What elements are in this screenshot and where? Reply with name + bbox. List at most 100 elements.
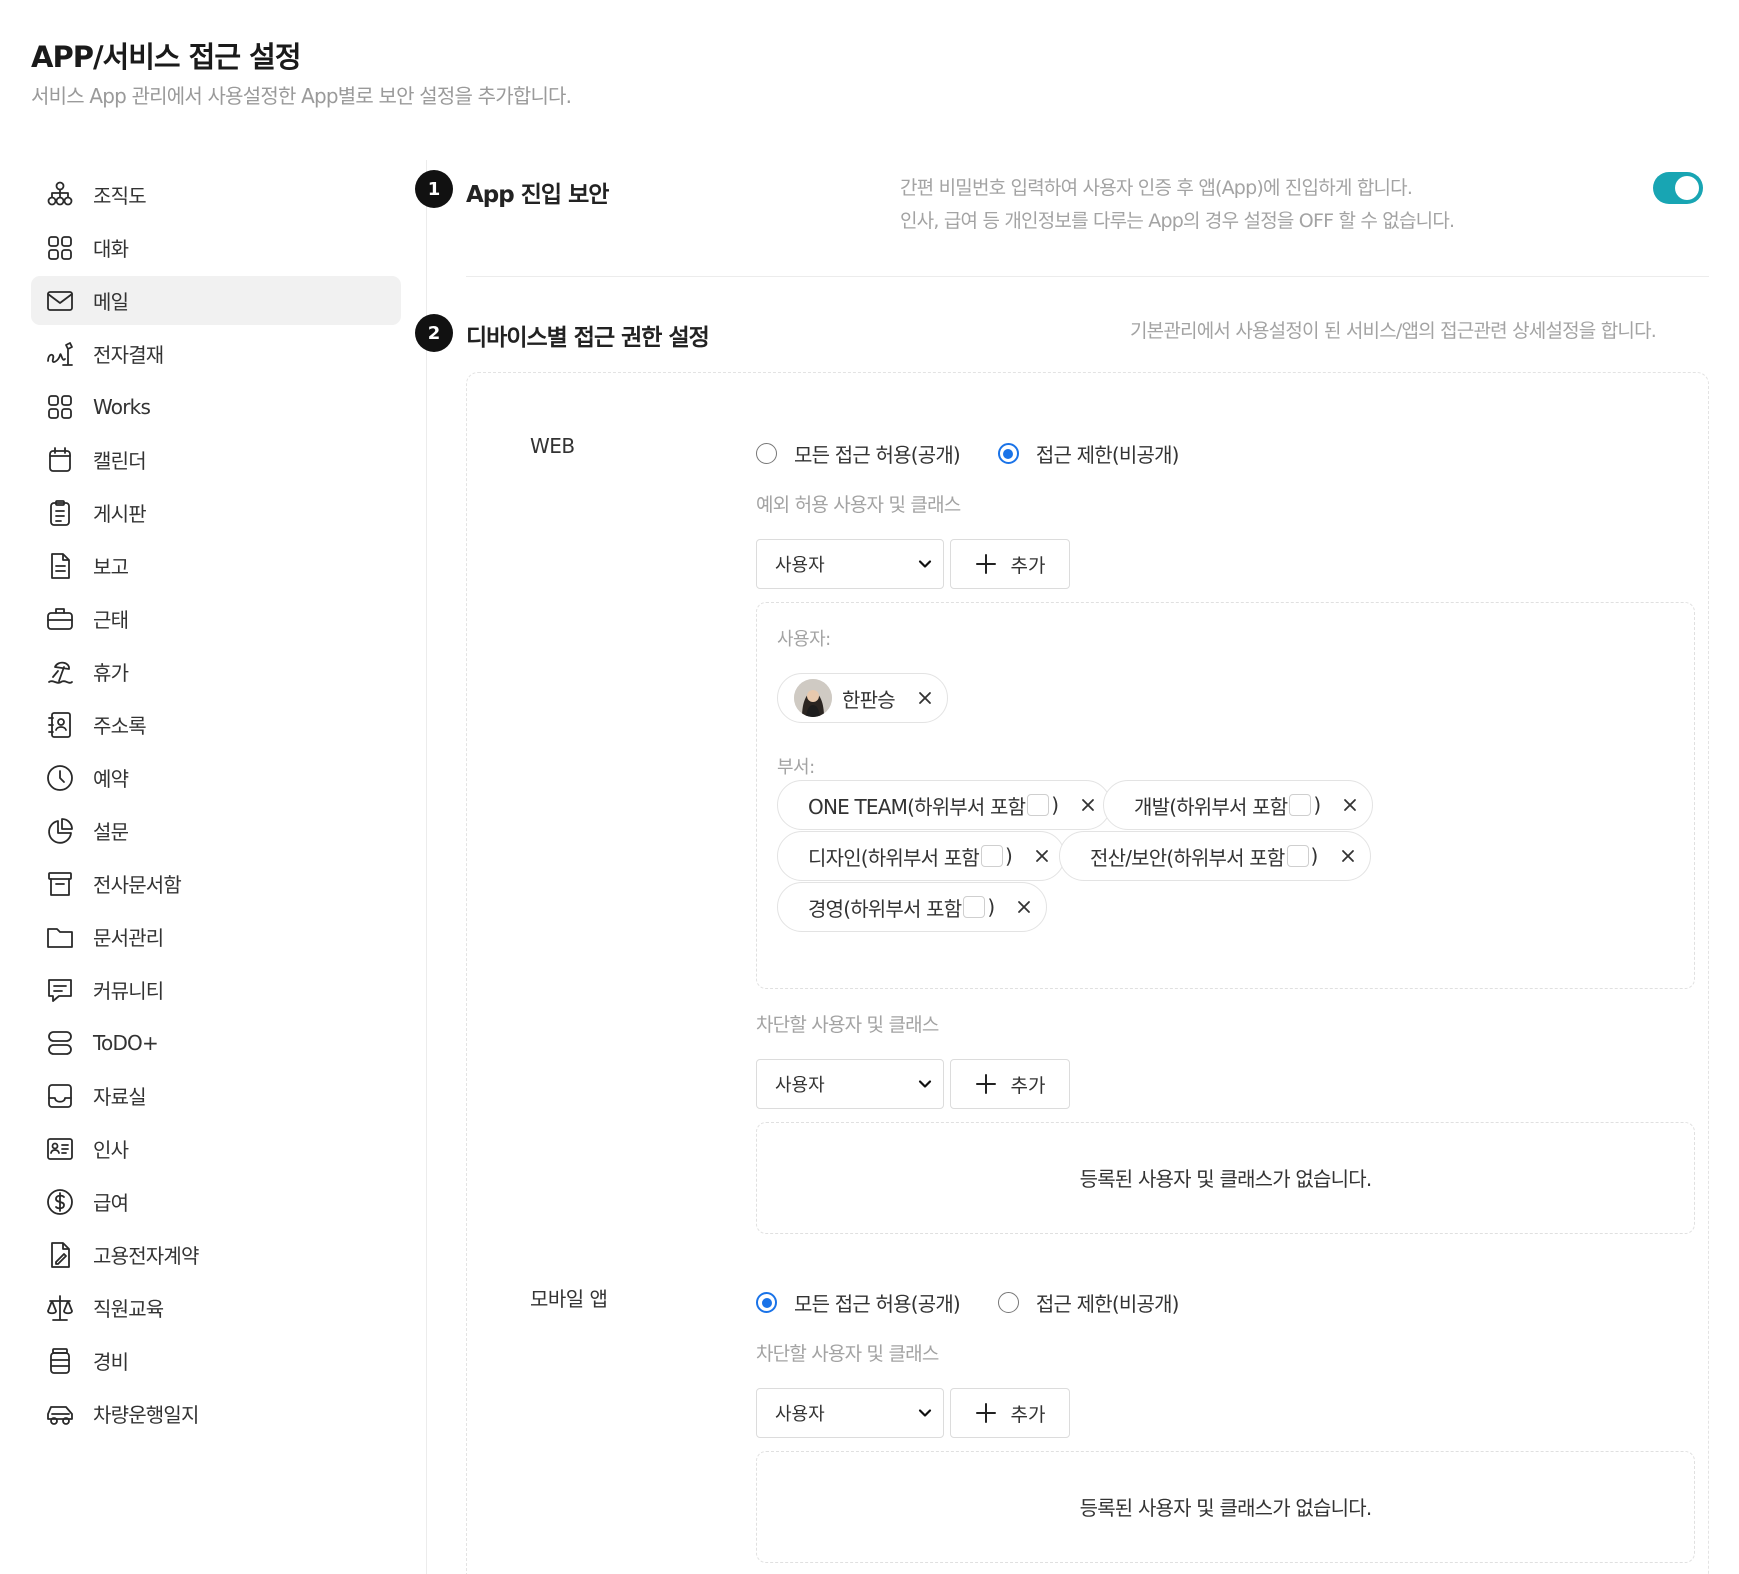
mobile-block-users-label: 차단할 사용자 및 클래스 (756, 1343, 939, 1365)
document-icon (51, 552, 70, 579)
user-chip: 한판승 (777, 673, 948, 723)
sidebar-item-label: 게시판 (93, 502, 147, 526)
sidebar-item-label: 인사 (93, 1138, 129, 1162)
mobile-app-label: 모바일 앱 (530, 1287, 608, 1311)
sidebar-item-label: 보고 (93, 555, 129, 579)
sidebar-item[interactable]: 직원교육 (31, 1283, 401, 1332)
remove-icon[interactable] (1016, 899, 1032, 915)
exception-type-select[interactable]: 사용자 (756, 539, 944, 589)
mobile-radio-all[interactable]: 모든 접근 허용(공개) (756, 1288, 961, 1317)
select-value: 사용자 (775, 1404, 825, 1425)
grid-icon (48, 235, 72, 260)
web-radio-restrict[interactable]: 접근 제한(비공개) (997, 439, 1180, 468)
toggle-knob (1675, 176, 1699, 200)
department-chip-suffix: ) (1004, 844, 1013, 868)
sidebar-item[interactable]: 근태 (31, 594, 401, 643)
department-chip-label: 디자인(하위부서 포함 (808, 845, 980, 870)
include-subdepartments-checkbox[interactable] (1289, 794, 1312, 816)
pie-chart-icon (48, 817, 73, 844)
sidebar-item[interactable]: 주소록 (31, 700, 401, 749)
mobile-radio-restrict[interactable]: 접근 제한(비공개) (997, 1288, 1180, 1317)
section-title-device-access: 디바이스별 접근 권한 설정 (466, 325, 710, 351)
radio-label: 접근 제한(비공개) (1035, 1292, 1180, 1316)
include-subdepartments-checkbox[interactable] (1286, 845, 1309, 867)
sidebar-item-label: 메일 (93, 290, 129, 314)
section-desc-line2: 인사, 급여 등 개인정보를 다루는 App의 경우 설정을 OFF 할 수 없… (900, 210, 1455, 232)
department-chip-label: 개발(하위부서 포함 (1134, 794, 1288, 819)
page-subtitle: 서비스 App 관리에서 사용설정한 App별로 보안 설정을 추가합니다. (31, 84, 572, 108)
sidebar-item[interactable]: 문서관리 (31, 912, 401, 961)
sidebar-item[interactable]: Works (31, 382, 401, 431)
chevron-down-icon (918, 1080, 932, 1088)
block-type-select[interactable]: 사용자 (756, 1059, 944, 1109)
mobile-block-add-button[interactable]: 추가 (950, 1388, 1070, 1438)
department-chip-suffix: ) (1310, 844, 1319, 868)
sidebar-item-label: 문서관리 (93, 926, 164, 950)
department-chip-label: ONE TEAM(하위부서 포함 (808, 794, 1026, 819)
block-users-label: 차단할 사용자 및 클래스 (756, 1014, 939, 1036)
page-title: APP/서비스 접근 설정 (31, 40, 301, 74)
chat-icon (48, 978, 72, 1002)
sidebar-item[interactable]: 휴가 (31, 647, 401, 696)
mobile-block-list-box: 등록된 사용자 및 클래스가 없습니다. (756, 1451, 1695, 1563)
stack-icon (48, 1030, 72, 1055)
sidebar-item[interactable]: 보고 (31, 541, 401, 590)
sidebar: 조직도대화메일전자결재 Works 캘린더게시판보고근태휴가 주소록예약설문전사문서함… (31, 170, 401, 1442)
sidebar-divider (426, 160, 427, 1574)
sidebar-item[interactable]: 커뮤니티 (31, 965, 401, 1014)
sidebar-item[interactable]: 전사문서함 (31, 859, 401, 908)
department-chip: 경영(하위부서 포함) (777, 882, 1048, 932)
remove-icon[interactable] (1080, 797, 1096, 813)
radio-label: 모든 접근 허용(공개) (794, 1292, 961, 1316)
remove-icon[interactable] (1342, 797, 1358, 813)
exception-list-box: 사용자: 한판승 부서: ONE TEAM(하위부서 포함) 개발(하위부서 포함… (756, 602, 1695, 989)
sidebar-item-label: 고용전자계약 (93, 1244, 199, 1268)
clock-icon (47, 764, 73, 791)
archive-icon (48, 871, 72, 896)
sidebar-item-label: 대화 (93, 237, 129, 261)
include-subdepartments-checkbox[interactable] (980, 845, 1003, 867)
radio-dot (756, 443, 777, 464)
radio-dot (756, 1292, 777, 1313)
sidebar-item[interactable]: ToDO+ (31, 1018, 401, 1067)
sidebar-item[interactable]: 캘린더 (31, 435, 401, 484)
plus-icon (975, 554, 996, 574)
sidebar-item[interactable]: 메일 (31, 276, 401, 325)
sidebar-item[interactable]: 게시판 (31, 488, 401, 537)
include-subdepartments-checkbox[interactable] (1027, 794, 1050, 816)
sidebar-item-label: 커뮤니티 (93, 979, 164, 1003)
sidebar-item[interactable]: 급여 (31, 1177, 401, 1226)
sidebar-item[interactable]: 예약 (31, 753, 401, 802)
sidebar-item[interactable]: 경비 (31, 1336, 401, 1385)
sidebar-item-label: 경비 (93, 1350, 129, 1374)
sidebar-item-label: 예약 (93, 767, 129, 791)
section-desc: 기본관리에서 사용설정이 된 서비스/앱의 접근관련 상세설정을 합니다. (1130, 320, 1657, 342)
sidebar-item[interactable]: 자료실 (31, 1071, 401, 1120)
web-access-radio-group: 모든 접근 허용(공개) 접근 제한(비공개) (756, 439, 1217, 468)
sidebar-item[interactable]: 차량운행일지 (31, 1389, 401, 1438)
department-chip: 개발(하위부서 포함) (1103, 780, 1374, 830)
block-add-button[interactable]: 추가 (950, 1059, 1070, 1109)
remove-icon[interactable] (1034, 848, 1050, 864)
address-book-icon (48, 711, 71, 738)
remove-icon[interactable] (917, 690, 933, 706)
select-value: 사용자 (775, 555, 825, 576)
mobile-block-type-select[interactable]: 사용자 (756, 1388, 944, 1438)
exception-add-button[interactable]: 추가 (950, 539, 1070, 589)
sidebar-item[interactable]: 고용전자계약 (31, 1230, 401, 1279)
radio-label: 접근 제한(비공개) (1035, 443, 1180, 467)
web-radio-all[interactable]: 모든 접근 허용(공개) (756, 439, 961, 468)
exception-users-label: 예외 허용 사용자 및 클래스 (756, 494, 961, 516)
sidebar-item[interactable]: 전자결재 (31, 329, 401, 378)
department-chip: 디자인(하위부서 포함) (777, 831, 1065, 881)
remove-icon[interactable] (1340, 848, 1356, 864)
sidebar-item[interactable]: 대화 (31, 223, 401, 272)
web-label: WEB (530, 434, 575, 458)
sidebar-item-label: 근태 (93, 608, 129, 632)
include-subdepartments-checkbox[interactable] (963, 896, 986, 918)
app-entry-security-toggle[interactable] (1653, 172, 1703, 204)
sidebar-item-label: 설문 (93, 820, 129, 844)
sidebar-item[interactable]: 인사 (31, 1124, 401, 1173)
sidebar-item[interactable]: 조직도 (31, 170, 401, 219)
sidebar-item[interactable]: 설문 (31, 806, 401, 855)
